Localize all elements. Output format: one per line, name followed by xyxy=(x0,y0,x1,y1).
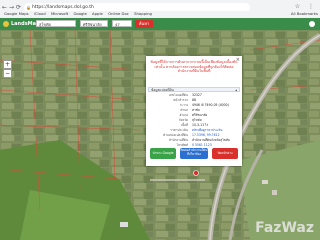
location-pin-icon[interactable] xyxy=(193,170,199,176)
district-select[interactable]: ศรีสัชนาลัย xyxy=(80,20,108,27)
bookmark-item[interactable]: Online Doc xyxy=(108,11,129,16)
browser-menu-icons[interactable]: ☆ ⋮ xyxy=(295,3,317,10)
navigate-button[interactable]: นำทาง Google xyxy=(150,148,176,159)
zoom-in-button[interactable]: + xyxy=(3,60,12,69)
parcel-info-panel: × ข้อมูลที่ได้จากการค้นหาจากระบบนี้เป็นเ… xyxy=(146,56,242,166)
all-bookmarks[interactable]: All Bookmarks xyxy=(291,11,318,16)
browser-nav-icons[interactable]: ←→⟳ xyxy=(2,4,23,11)
logo-icon xyxy=(3,20,9,27)
contact-office-button[interactable]: ติดต่อสำนักงานที่ดินที่เกี่ยวข้อง xyxy=(180,148,208,159)
chevron-up-icon: ▴ xyxy=(235,88,237,92)
disclaimer-text: ข้อมูลที่ได้จากการค้นหาจากระบบนี้เป็นเพี… xyxy=(150,60,238,74)
watermark: FazWaz xyxy=(255,220,314,236)
bookmark-item[interactable]: iCloud xyxy=(34,11,46,16)
bookmark-item[interactable]: Shopping xyxy=(134,11,152,16)
url-text: https://landsmaps.dol.go.th xyxy=(32,5,94,10)
bookmark-item[interactable]: Apple xyxy=(92,11,103,16)
section-title: ข้อมูลแปลงที่ดิน xyxy=(151,88,174,92)
bookmark-item[interactable]: Google xyxy=(73,11,86,16)
bookmark-item[interactable]: Google Maps xyxy=(4,11,29,16)
bookmarks-bar: Google Maps iCloud Microsoft Google Appl… xyxy=(0,11,320,18)
user-icon[interactable] xyxy=(309,21,315,27)
province-select[interactable]: สุโขทัย xyxy=(36,20,76,27)
panel-section-header[interactable]: ข้อมูลแปลงที่ดิน ▴ xyxy=(148,87,240,92)
app-header: LandsMaps สุโขทัย ศรีสัชนาลัย 47 ค้นหา xyxy=(0,18,320,30)
panel-actions: นำทาง Google ติดต่อสำนักงานที่ดินที่เกี่… xyxy=(150,148,238,159)
bookmark-item[interactable]: Microsoft xyxy=(51,11,68,16)
close-panel-button[interactable]: ปิดหน้าต่าง xyxy=(212,148,238,159)
zoom-out-button[interactable]: − xyxy=(3,69,12,78)
search-button[interactable]: ค้นหา xyxy=(135,20,153,28)
parcel-number-input[interactable]: 47 xyxy=(112,20,132,27)
